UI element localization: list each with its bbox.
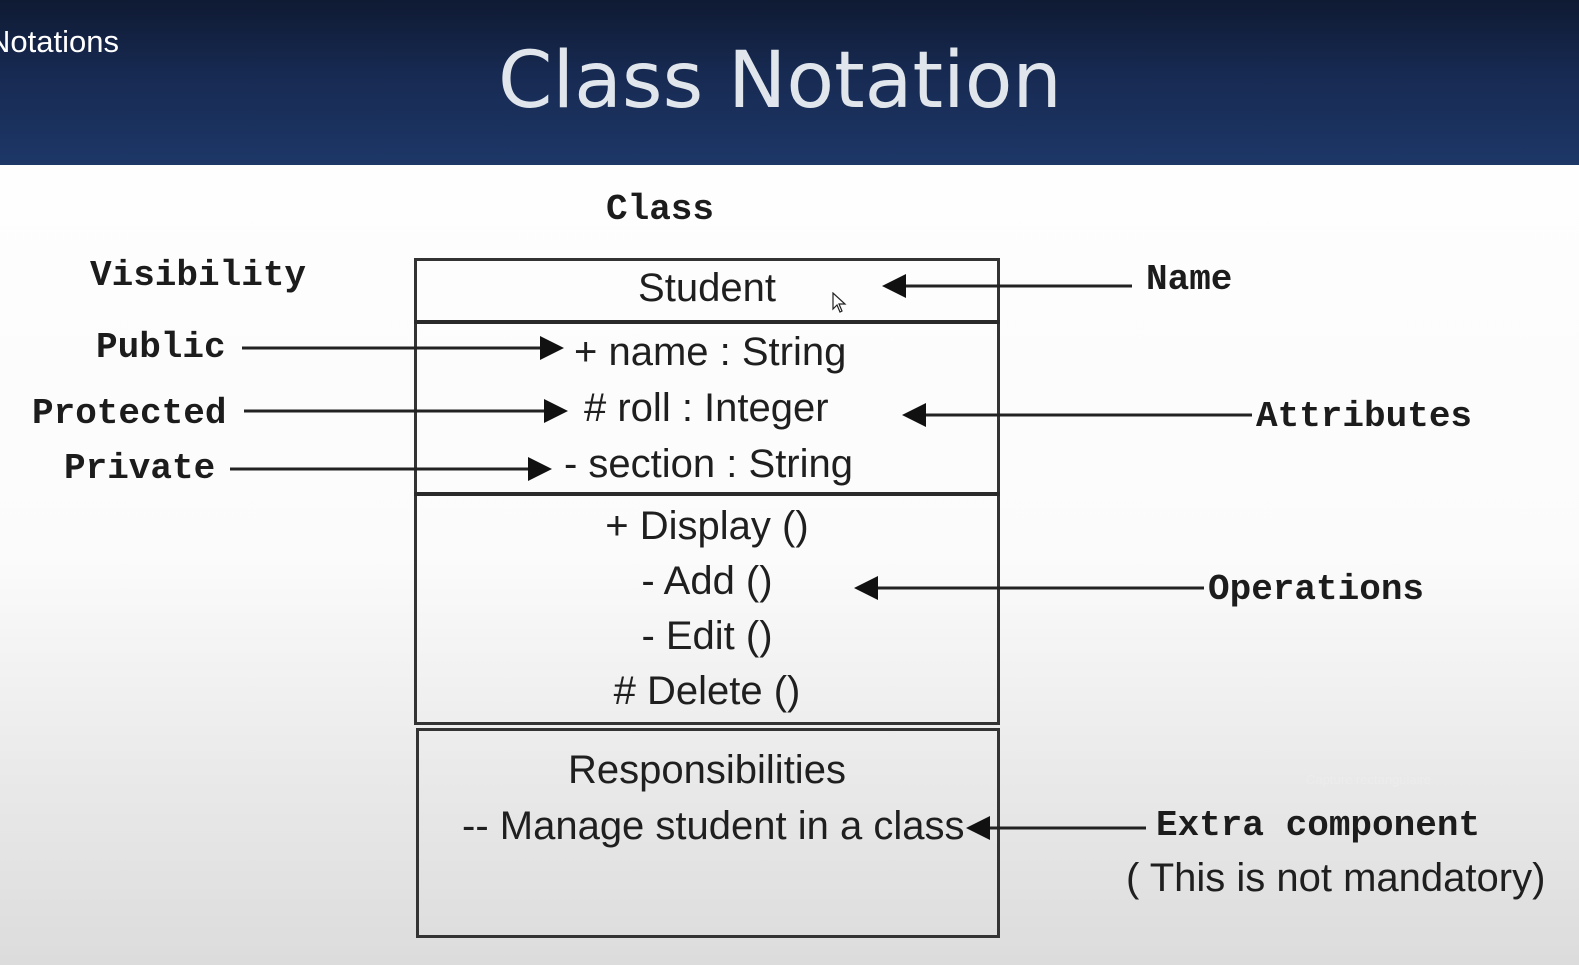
mouse-cursor-icon	[832, 292, 847, 313]
attributes-arrow	[902, 403, 1252, 427]
extra-component-arrow	[966, 816, 1146, 840]
name-arrow	[882, 274, 1132, 298]
operations-arrow	[854, 576, 1204, 600]
private-arrow	[230, 457, 552, 481]
protected-arrow	[244, 399, 568, 423]
public-arrow	[242, 336, 564, 360]
arrows-layer	[230, 274, 1252, 840]
capture-overlay-text: Capture rectangulaire	[1306, 772, 1432, 787]
